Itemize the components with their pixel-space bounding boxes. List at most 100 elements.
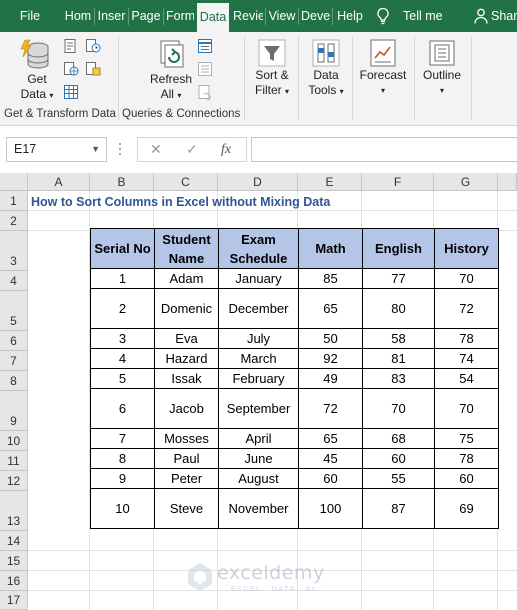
tab-help[interactable]: Help [335,0,365,32]
share-person-icon[interactable] [474,8,488,24]
tab-file[interactable]: File [10,0,50,32]
cell-serial[interactable]: 4 [90,348,155,369]
cell-english[interactable]: 58 [362,328,435,349]
cell-english[interactable]: 68 [362,428,435,449]
cell-serial[interactable]: 3 [90,328,155,349]
column-header-f[interactable]: F [362,173,434,191]
cell-english[interactable]: 81 [362,348,435,369]
header-math[interactable]: Math [298,228,363,269]
cell-english[interactable]: 70 [362,388,435,429]
cell-history[interactable]: 78 [434,448,499,469]
name-box[interactable]: E17 ▼ [6,137,107,162]
outline-button[interactable]: Outline ▾ [418,38,466,98]
cell-math[interactable]: 72 [298,388,363,429]
column-header-b[interactable]: B [90,173,154,191]
cell-schedule[interactable]: July [218,328,299,349]
cell-math[interactable]: 85 [298,268,363,289]
cell-schedule[interactable]: January [218,268,299,289]
cell-math[interactable]: 92 [298,348,363,369]
cell-schedule[interactable]: June [218,448,299,469]
cell-schedule[interactable]: March [218,348,299,369]
cell-name[interactable]: Paul [154,448,219,469]
row-header-5[interactable]: 5 [0,291,28,331]
tab-developer[interactable]: Deve [301,0,330,32]
data-tools-button[interactable]: Data Tools ▾ [304,38,348,99]
cell-english[interactable]: 55 [362,468,435,489]
cell-serial[interactable]: 8 [90,448,155,469]
tab-view[interactable]: View [268,0,296,32]
row-header-15[interactable]: 15 [0,551,28,571]
tab-data[interactable]: Data [197,3,229,32]
header-serial-no[interactable]: Serial No [90,228,155,269]
existing-connections-icon[interactable] [85,61,101,77]
column-header-d[interactable]: D [218,173,298,191]
cell-english[interactable]: 87 [362,488,435,529]
row-header-1[interactable]: 1 [0,191,28,211]
cell-math[interactable]: 49 [298,368,363,389]
cell-name[interactable]: Domenic [154,288,219,329]
row-header-13[interactable]: 13 [0,491,28,531]
enter-check-icon[interactable]: ✓ [186,138,198,161]
cell-history[interactable]: 74 [434,348,499,369]
cell-name[interactable]: Jacob [154,388,219,429]
cell-math[interactable]: 100 [298,488,363,529]
column-header-e[interactable]: E [298,173,362,191]
cell-english[interactable]: 83 [362,368,435,389]
column-header-h[interactable] [498,173,517,191]
header-student-name[interactable]: Student Name [154,228,219,269]
row-header-7[interactable]: 7 [0,351,28,371]
get-data-button[interactable]: Get Data ▾ [14,38,60,103]
row-header-17[interactable]: 17 [0,591,28,610]
from-web-icon[interactable] [63,61,79,77]
cell-schedule[interactable]: November [218,488,299,529]
cell-name[interactable]: Issak [154,368,219,389]
cell-math[interactable]: 65 [298,288,363,329]
row-header-10[interactable]: 10 [0,431,28,451]
from-table-range-icon[interactable] [63,84,79,100]
row-header-2[interactable]: 2 [0,211,28,231]
select-all-corner[interactable] [0,173,28,191]
cell-name[interactable]: Adam [154,268,219,289]
column-header-c[interactable]: C [154,173,218,191]
row-header-16[interactable]: 16 [0,571,28,591]
sort-filter-button[interactable]: Sort & Filter ▾ [250,38,294,99]
sheet-title[interactable]: How to Sort Columns in Excel without Mix… [31,192,330,212]
recent-sources-icon[interactable] [85,38,101,54]
share-button[interactable]: Share [491,0,517,32]
cell-name[interactable]: Peter [154,468,219,489]
tab-page-layout[interactable]: Page [131,0,161,32]
cell-schedule[interactable]: April [218,428,299,449]
cell-math[interactable]: 45 [298,448,363,469]
row-header-11[interactable]: 11 [0,451,28,471]
cell-math[interactable]: 65 [298,428,363,449]
row-header-12[interactable]: 12 [0,471,28,491]
cell-serial[interactable]: 6 [90,388,155,429]
chevron-down-icon[interactable]: ▼ [91,138,100,161]
cell-english[interactable]: 80 [362,288,435,329]
cell-history[interactable]: 70 [434,268,499,289]
header-english[interactable]: English [362,228,435,269]
cell-history[interactable]: 70 [434,388,499,429]
row-header-9[interactable]: 9 [0,391,28,431]
cell-history[interactable]: 60 [434,468,499,489]
cell-history[interactable]: 54 [434,368,499,389]
cell-serial[interactable]: 1 [90,268,155,289]
insert-function-icon[interactable]: fx [221,138,231,161]
cell-serial[interactable]: 10 [90,488,155,529]
cell-math[interactable]: 60 [298,468,363,489]
tell-me-search[interactable]: Tell me [403,0,443,32]
cell-serial[interactable]: 5 [90,368,155,389]
column-header-g[interactable]: G [434,173,498,191]
cell-name[interactable]: Eva [154,328,219,349]
row-header-6[interactable]: 6 [0,331,28,351]
tab-insert[interactable]: Inser [97,0,126,32]
forecast-button[interactable]: Forecast ▾ [357,38,409,98]
drag-handle-icon[interactable] [118,141,122,157]
header-history[interactable]: History [434,228,499,269]
cell-history[interactable]: 78 [434,328,499,349]
cell-name[interactable]: Steve [154,488,219,529]
cell-schedule[interactable]: February [218,368,299,389]
queries-connections-icon[interactable] [197,38,213,54]
cell-history[interactable]: 75 [434,428,499,449]
cell-serial[interactable]: 2 [90,288,155,329]
